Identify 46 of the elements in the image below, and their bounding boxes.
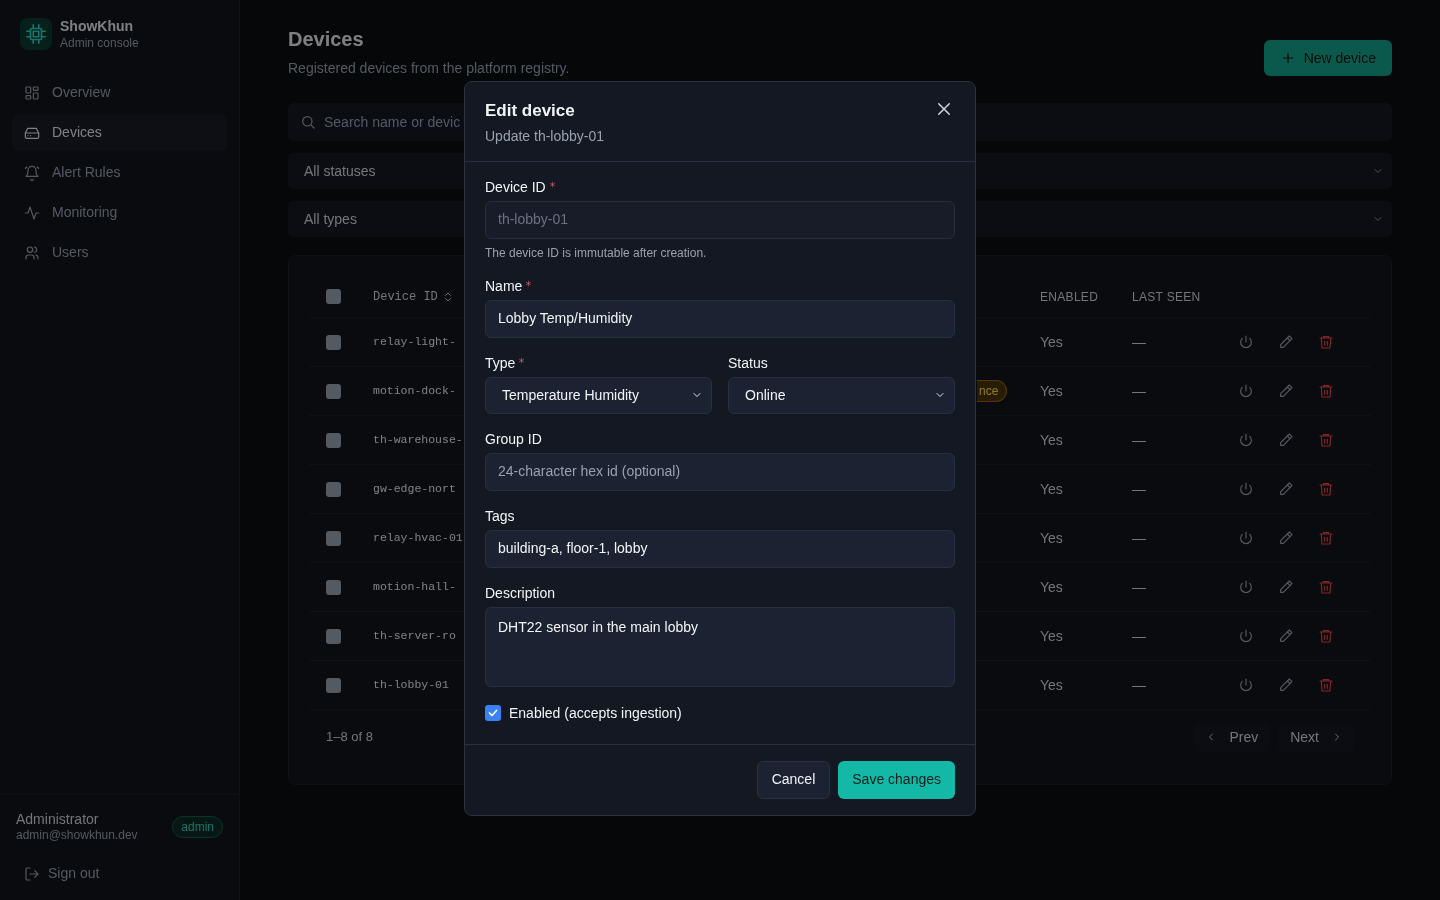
last-seen-cell-text: —: [1132, 577, 1146, 597]
user-email: admin@showkhun.dev: [16, 828, 138, 843]
enabled-cell-text: Yes: [1040, 626, 1063, 646]
enabled-cell-text: Yes: [1040, 332, 1063, 352]
field-label: Device ID: [485, 177, 546, 197]
device-id-cell-text: relay-light-: [373, 334, 456, 351]
device-id-cell-text: th-server-ro: [373, 628, 456, 645]
user-name: Administrator: [16, 810, 100, 828]
column-header: ENABLED: [1040, 288, 1099, 306]
last-seen-cell-text: —: [1132, 675, 1146, 695]
enabled-cell-text: Yes: [1040, 577, 1063, 597]
field-label: Type: [485, 353, 516, 373]
page-subtitle: Registered devices from the platform registry.: [288, 59, 570, 78]
column-header: LAST SEEN: [1132, 288, 1201, 306]
enabled-cell-text: Yes: [1040, 430, 1063, 450]
field-label: Group ID: [485, 429, 542, 449]
brand-subtitle: Admin console: [60, 35, 139, 51]
status-badge: nce: [977, 380, 1008, 402]
dialog-subtitle: Update th-lobby-01: [485, 126, 605, 146]
field-label: Description: [485, 583, 556, 603]
last-seen-cell-text: —: [1132, 430, 1146, 450]
last-seen-cell-text: —: [1132, 332, 1146, 352]
role-badge: admin: [172, 815, 223, 838]
field-label: Status: [728, 353, 768, 373]
brand-name: ShowKhun: [60, 18, 135, 36]
enabled-cell-text: Yes: [1040, 479, 1063, 499]
enabled-cell-text: Yes: [1040, 528, 1063, 548]
last-seen-cell-text: —: [1132, 528, 1146, 548]
enabled-cell-text: Yes: [1040, 381, 1063, 401]
device-id-cell-text: motion-hall-: [373, 579, 456, 596]
device-id-cell-text: gw-edge-nort: [373, 481, 456, 498]
dialog-title: Edit device: [485, 100, 575, 122]
last-seen-cell-text: —: [1132, 381, 1146, 401]
device-id-cell-text: th-lobby-01: [373, 677, 449, 694]
device-id-cell-text: th-warehouse-: [373, 432, 463, 449]
device-id-cell-text: motion-dock-: [373, 383, 456, 400]
last-seen-cell-text: —: [1132, 626, 1146, 646]
field-label: Name: [485, 276, 523, 296]
enabled-cell-text: Yes: [1040, 675, 1063, 695]
range-label: 1–8 of 8: [326, 728, 373, 747]
page-title: Devices: [288, 27, 365, 52]
checkbox-label: Enabled (accepts ingestion): [509, 703, 682, 723]
device-id-cell-text: relay-hvac-01: [373, 530, 463, 547]
last-seen-cell-text: —: [1132, 479, 1146, 499]
field-label: Tags: [485, 506, 515, 526]
field-hint: The device ID is immutable after creation.: [485, 244, 708, 261]
